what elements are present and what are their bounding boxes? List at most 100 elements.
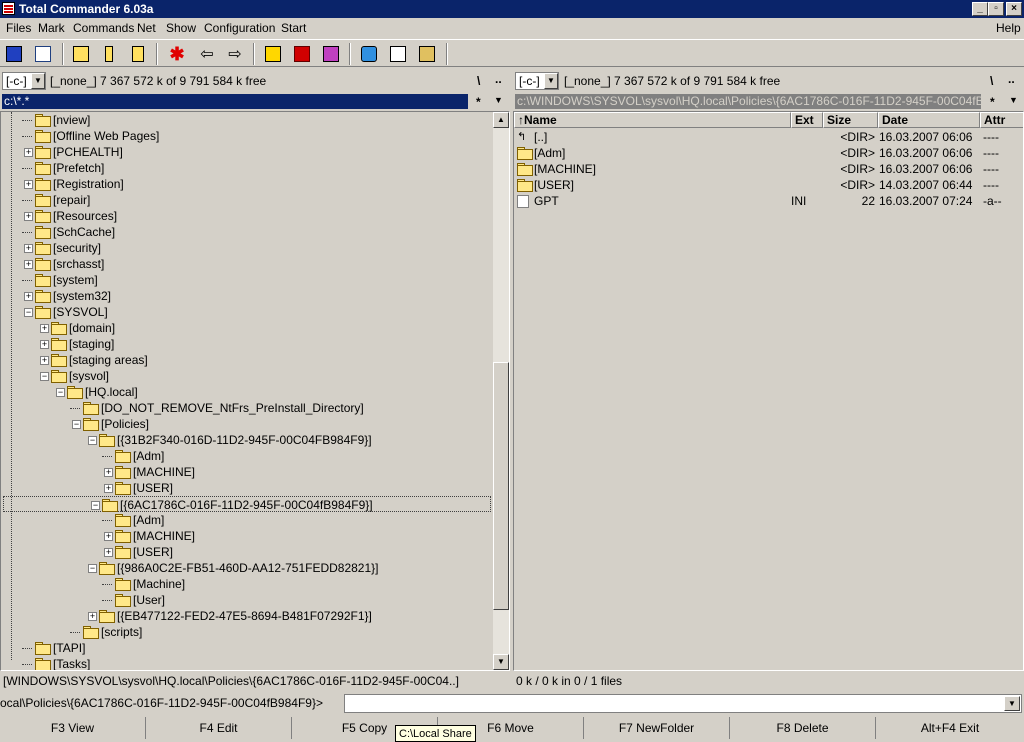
expand-icon[interactable]: + [104,468,113,477]
tree-item[interactable]: [Tasks] [1,656,491,670]
file-row[interactable]: [MACHINE] <DIR> 16.03.2007 06:06 ---- [514,161,1022,177]
right-up-button[interactable]: .. [1008,72,1015,86]
scroll-thumb[interactable] [493,362,509,610]
tree-item[interactable]: + [Resources] [1,208,491,224]
collapse-icon[interactable]: − [88,436,97,445]
close-button[interactable]: × [1006,2,1022,16]
expand-icon[interactable]: + [104,484,113,493]
tree-view-icon[interactable] [127,43,149,65]
quick-view-icon[interactable] [358,43,380,65]
file-row[interactable]: [Adm] <DIR> 16.03.2007 06:06 ---- [514,145,1022,161]
menu-net[interactable]: Net [137,21,156,35]
menu-commands[interactable]: Commands [73,21,134,35]
tree-item[interactable]: − [{986A0C2E-FB51-460D-AA12-751FEDD82821}… [1,560,491,576]
tree-item[interactable]: + [system32] [1,288,491,304]
tree-item[interactable]: [Prefetch] [1,160,491,176]
expand-icon[interactable]: + [24,260,33,269]
tree-item[interactable]: [SchCache] [1,224,491,240]
tree-item[interactable]: + [staging] [1,336,491,352]
column-name[interactable]: ↑Name [514,112,791,128]
compare-icon[interactable] [32,43,54,65]
f7-newfolder-button[interactable]: F7 NewFolder [584,717,730,739]
expand-icon[interactable]: + [40,324,49,333]
column-size[interactable]: Size [823,112,878,128]
tree-item[interactable]: − [sysvol] [1,368,491,384]
tree-item[interactable]: [User] [1,592,491,608]
left-root-button[interactable]: \ [477,74,480,88]
tree-item[interactable]: − [{6AC1786C-016F-11D2-945F-00C04fB984F9}… [3,496,491,512]
command-history-dropdown[interactable]: ▼ [1004,696,1020,711]
explorer-icon[interactable] [416,43,438,65]
multi-rename-icon[interactable] [320,43,342,65]
right-history-star[interactable]: * [990,95,995,109]
file-row[interactable]: GPT INI 22 16.03.2007 07:24 -a-- [514,193,1022,209]
left-drive-select[interactable]: [-c-] ▼ [2,72,46,90]
menu-mark[interactable]: Mark [38,21,65,35]
expand-icon[interactable]: + [24,244,33,253]
collapse-icon[interactable]: − [56,388,65,397]
expand-icon[interactable]: + [104,532,113,541]
tree-item[interactable]: + [PCHEALTH] [1,144,491,160]
right-root-button[interactable]: \ [990,74,993,88]
unpack-icon[interactable] [291,43,313,65]
f8-delete-button[interactable]: F8 Delete [730,717,876,739]
expand-icon[interactable]: + [24,180,33,189]
expand-icon[interactable]: + [24,212,33,221]
tree-item[interactable]: − [SYSVOL] [1,304,491,320]
tree-item[interactable]: [scripts] [1,624,491,640]
menu-show[interactable]: Show [166,21,196,35]
left-path-bar[interactable]: c:\*.* [2,94,468,109]
left-tree-panel[interactable]: [nview] [Offline Web Pages] + [PCHEALTH] [Pr… [0,111,510,671]
tree-item[interactable]: [Adm] [1,448,491,464]
collapse-icon[interactable]: − [88,564,97,573]
left-history-dropdown[interactable]: ▼ [494,95,503,105]
tree-item[interactable]: + [{EB477122-FED2-47E5-8694-B481F07292F1}… [1,608,491,624]
tree-item[interactable]: [repair] [1,192,491,208]
f3-view-button[interactable]: F3 View [0,717,146,739]
right-file-panel[interactable]: ↑Name Ext Size Date Attr ↰ [..] <DIR> 16.03… [513,111,1024,671]
tree-item[interactable]: + [domain] [1,320,491,336]
save-settings-icon[interactable] [3,43,25,65]
maximize-button[interactable]: ▫ [988,2,1004,16]
tree-item[interactable]: − [{31B2F340-016D-11D2-945F-00C04FB984F9}… [1,432,491,448]
collapse-icon[interactable]: − [91,501,100,510]
expand-icon[interactable]: + [104,548,113,557]
left-history-star[interactable]: * [476,95,481,109]
menu-files[interactable]: Files [6,21,31,35]
scroll-up-arrow[interactable]: ▲ [493,112,509,128]
tree-item[interactable]: − [HQ.local] [1,384,491,400]
tree-item[interactable]: + [USER] [1,544,491,560]
command-input[interactable] [344,694,1022,713]
column-ext[interactable]: Ext [791,112,823,128]
right-drive-select[interactable]: [-c-] ▼ [515,72,559,90]
expand-icon[interactable]: + [24,292,33,301]
tree-item[interactable]: [TAPI] [1,640,491,656]
pack-icon[interactable] [262,43,284,65]
tree-item[interactable]: [nview] [1,112,491,128]
tree-item[interactable]: [Offline Web Pages] [1,128,491,144]
tree-item[interactable]: + [security] [1,240,491,256]
tree-item[interactable]: + [srchasst] [1,256,491,272]
column-attr[interactable]: Attr [980,112,1023,128]
file-row[interactable]: [USER] <DIR> 14.03.2007 06:44 ---- [514,177,1022,193]
tree-item[interactable]: + [staging areas] [1,352,491,368]
right-path-bar[interactable]: c:\WINDOWS\SYSVOL\sysvol\HQ.local\Polici… [515,94,981,109]
tree-item[interactable]: [system] [1,272,491,288]
collapse-icon[interactable]: − [24,308,33,317]
menu-help[interactable]: Help [996,21,1021,35]
scroll-down-arrow[interactable]: ▼ [493,654,509,670]
left-scrollbar[interactable]: ▲ ▼ [493,112,509,670]
tree-item[interactable]: [Machine] [1,576,491,592]
back-icon[interactable]: ⇦ [196,43,218,65]
menu-start[interactable]: Start [281,21,306,35]
expand-icon[interactable]: + [40,340,49,349]
expand-icon[interactable]: + [24,148,33,157]
tree-item[interactable]: + [Registration] [1,176,491,192]
full-view-icon[interactable] [98,43,120,65]
collapse-icon[interactable]: − [72,420,81,429]
left-up-button[interactable]: .. [495,72,502,86]
menu-configuration[interactable]: Configuration [204,21,275,35]
alt-f4-exit-button[interactable]: Alt+F4 Exit [876,717,1024,739]
brief-view-icon[interactable] [70,43,92,65]
rescan-icon[interactable]: ✱ [166,43,188,65]
